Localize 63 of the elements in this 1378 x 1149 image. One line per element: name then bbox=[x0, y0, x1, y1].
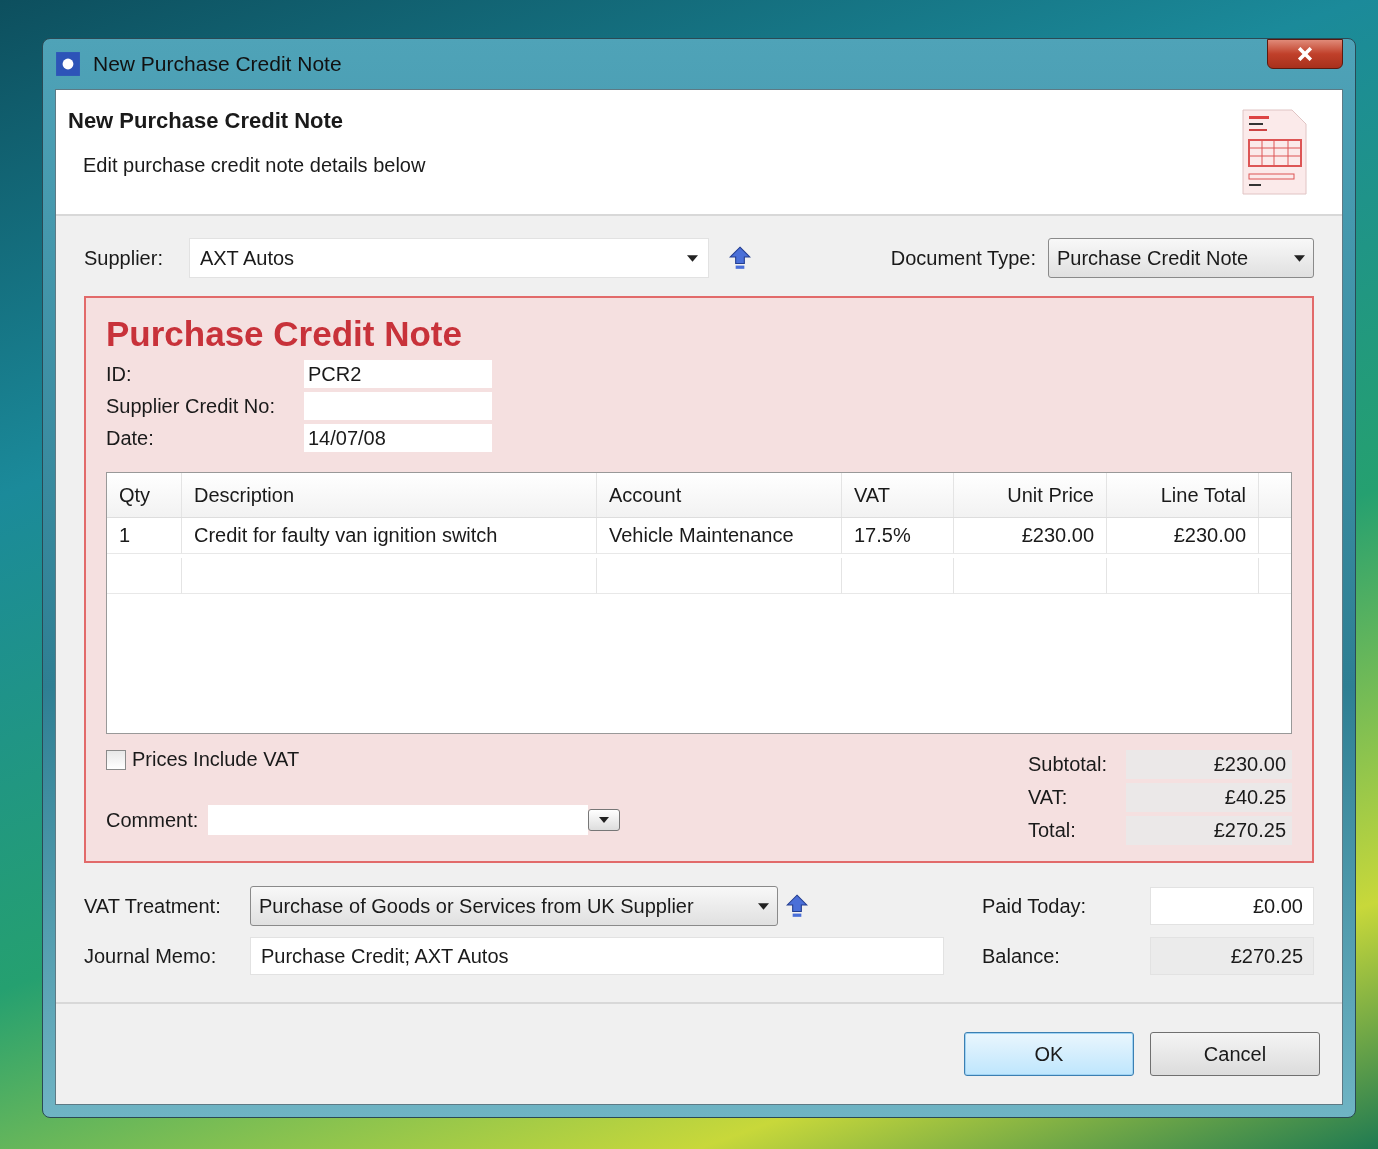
checkbox[interactable] bbox=[106, 749, 126, 770]
dropdown-button[interactable] bbox=[588, 809, 621, 831]
caret-icon bbox=[599, 817, 610, 823]
journal-memo-label: Journal Memo: bbox=[84, 944, 218, 968]
total-value: £40.25 bbox=[1126, 783, 1292, 812]
supplier-label: Supplier: bbox=[84, 246, 163, 270]
caret-icon bbox=[758, 902, 769, 910]
document-type-dropdown[interactable]: Purchase Credit Note bbox=[1048, 238, 1314, 278]
input-field[interactable]: 14/07/08 bbox=[304, 424, 492, 452]
vat-treatment-label: VAT Treatment: bbox=[84, 894, 222, 918]
table-cell: 1 bbox=[107, 518, 182, 554]
up-arrow-icon[interactable] bbox=[728, 245, 751, 271]
empty-cell[interactable] bbox=[597, 558, 842, 594]
close-icon bbox=[1296, 47, 1314, 61]
vat-treatment-dropdown[interactable]: Purchase of Goods or Services from UK Supplier bbox=[250, 886, 778, 926]
up-arrow-icon[interactable] bbox=[786, 893, 808, 919]
total-value: £230.00 bbox=[1126, 750, 1292, 779]
column-header[interactable]: Line Total bbox=[1107, 473, 1259, 517]
table-cell: Credit for faulty van ignition switch bbox=[182, 518, 597, 554]
field-label: ID: bbox=[106, 362, 133, 386]
close-button[interactable] bbox=[1267, 39, 1343, 69]
table-cell: Vehicle Maintenance bbox=[597, 518, 842, 554]
input-field[interactable]: PCR2 bbox=[304, 360, 492, 388]
supplier-dropdown[interactable]: AXT Autos bbox=[188, 238, 709, 278]
total-label: Subtotal: bbox=[1028, 753, 1108, 776]
header-subtitle: Edit purchase credit note details below bbox=[83, 154, 426, 177]
document-type-label: Document Type: bbox=[890, 246, 1036, 270]
journal-memo-field[interactable]: Purchase Credit; AXT Autos bbox=[250, 937, 944, 975]
field-label: Supplier Credit No: bbox=[106, 394, 276, 418]
empty-cell[interactable] bbox=[1107, 558, 1259, 594]
ok-button[interactable]: OK bbox=[964, 1032, 1134, 1076]
caret-icon bbox=[686, 254, 698, 262]
app-icon bbox=[55, 51, 81, 77]
empty-cell[interactable] bbox=[842, 558, 954, 594]
paid-today-label: Paid Today: bbox=[982, 894, 1088, 918]
column-header[interactable]: VAT bbox=[842, 473, 954, 517]
checkbox-label: Prices Include VAT bbox=[132, 748, 300, 771]
comment-field[interactable] bbox=[208, 805, 589, 835]
column-header[interactable]: Unit Price bbox=[954, 473, 1107, 517]
table-cell: £230.00 bbox=[954, 518, 1107, 554]
comment-label: Comment: bbox=[106, 808, 199, 832]
input-field[interactable] bbox=[304, 392, 492, 420]
caret-icon bbox=[1294, 254, 1305, 262]
header-title: New Purchase Credit Note bbox=[68, 108, 345, 134]
window-title: New Purchase Credit Note bbox=[93, 52, 342, 76]
table-cell: 17.5% bbox=[842, 518, 954, 554]
form-title: Purchase Credit Note bbox=[106, 314, 463, 354]
paid-today-field[interactable]: £0.00 bbox=[1150, 887, 1314, 925]
balance-field: £270.25 bbox=[1150, 937, 1314, 975]
empty-cell[interactable] bbox=[107, 558, 182, 594]
empty-cell[interactable] bbox=[182, 558, 597, 594]
total-label: VAT: bbox=[1028, 786, 1069, 809]
column-header[interactable]: Description bbox=[182, 473, 597, 517]
document-icon bbox=[1240, 108, 1310, 198]
field-label: Date: bbox=[106, 426, 155, 450]
total-label: Total: bbox=[1028, 819, 1077, 842]
column-header[interactable]: Account bbox=[597, 473, 842, 517]
empty-cell[interactable] bbox=[954, 558, 1107, 594]
cancel-button[interactable]: Cancel bbox=[1150, 1032, 1320, 1076]
balance-label: Balance: bbox=[982, 944, 1061, 968]
column-header[interactable]: Qty bbox=[107, 473, 182, 517]
total-value: £270.25 bbox=[1126, 816, 1292, 845]
table-cell: £230.00 bbox=[1107, 518, 1259, 554]
